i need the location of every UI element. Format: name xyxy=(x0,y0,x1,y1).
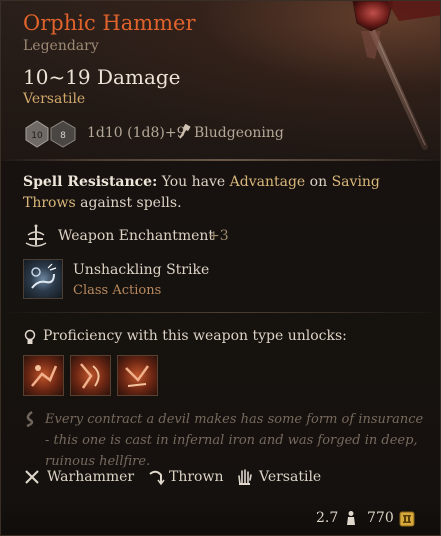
thrown-icon xyxy=(149,470,165,486)
proficiency-action-slot-3[interactable] xyxy=(117,355,158,396)
bludgeoning-icon xyxy=(179,124,191,139)
d10-label: 10 xyxy=(31,131,43,141)
weapon-art xyxy=(352,1,440,150)
versatile-hand-icon xyxy=(238,469,252,485)
item-weight: 2.7 xyxy=(316,510,339,526)
weapon-enchantment-label[interactable]: Weapon Enchantment xyxy=(58,228,214,244)
spell-resistance-passive[interactable]: Spell Resistance: You have Advantage on … xyxy=(23,172,423,214)
section-divider xyxy=(1,312,440,313)
lore-text: Every contract a devil makes has some fo… xyxy=(45,412,424,469)
item-price: 770 xyxy=(367,510,394,526)
proficiency-action-slot-1[interactable] xyxy=(23,355,64,396)
action-category: Class Actions xyxy=(73,283,162,298)
action-name[interactable]: Unshackling Strike xyxy=(73,262,209,278)
header-divider xyxy=(1,159,440,161)
spell-resistance-text-1: You have xyxy=(157,174,230,190)
versatile-tag[interactable]: Versatile xyxy=(23,91,85,107)
item-rarity: Legendary xyxy=(23,38,99,54)
spell-resistance-title: Spell Resistance: xyxy=(23,174,158,190)
damage-range: 10~19 Damage xyxy=(23,65,181,89)
weight-icon xyxy=(347,511,355,525)
damage-type[interactable]: Bludgeoning xyxy=(194,125,284,141)
gold-coin-icon xyxy=(399,511,415,527)
weapon-enchantment-icon xyxy=(25,224,47,247)
spell-resistance-text-2: on xyxy=(305,174,332,190)
unshackling-strike-icon[interactable] xyxy=(23,259,63,299)
weapon-action-icon xyxy=(31,365,58,387)
advantage-term[interactable]: Advantage xyxy=(230,174,306,190)
proficiency-icon xyxy=(24,329,36,344)
dice-roll: 1d10 (1d8)+9 xyxy=(87,125,186,141)
property-versatile[interactable]: Versatile xyxy=(259,469,321,485)
property-thrown[interactable]: Thrown xyxy=(169,469,223,485)
lore-icon xyxy=(26,411,34,427)
weapon-action-icon xyxy=(80,363,100,389)
dice-icon: 10 8 xyxy=(25,120,76,148)
item-name: Orphic Hammer xyxy=(23,11,196,35)
weapon-action-icon xyxy=(125,365,150,387)
item-tooltip: Orphic Hammer Legendary 10~19 Damage Ver… xyxy=(0,0,441,536)
chain-icon xyxy=(31,263,57,289)
d8-label: 8 xyxy=(60,131,66,141)
proficiency-label: Proficiency with this weapon type unlock… xyxy=(43,328,347,344)
proficiency-action-slot-2[interactable] xyxy=(70,355,111,396)
warhammer-icon xyxy=(25,470,39,484)
property-warhammer[interactable]: Warhammer xyxy=(47,469,134,485)
spell-resistance-text-3: against spells. xyxy=(75,195,182,211)
weapon-enchantment-value: +3 xyxy=(208,228,229,244)
